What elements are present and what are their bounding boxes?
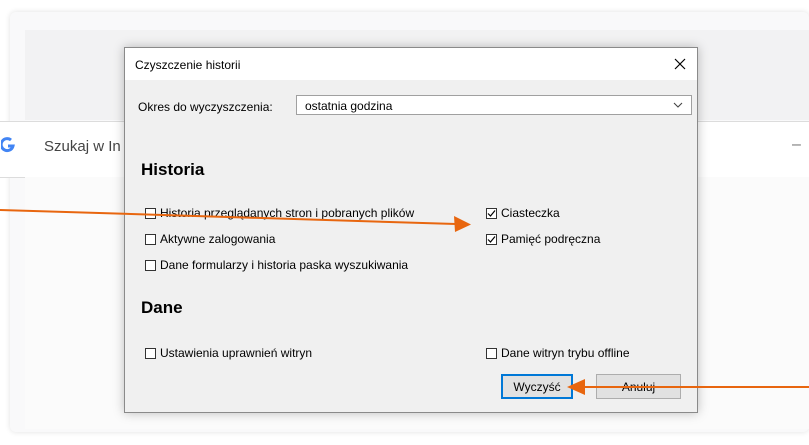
data-heading: Dane (141, 298, 183, 317)
clear-button[interactable]: Wyczyść (501, 374, 573, 399)
search-placeholder: Szukaj w In (44, 138, 121, 155)
checkmark-icon (487, 209, 496, 217)
range-select[interactable]: ostatnia godzina (296, 95, 692, 115)
checkbox[interactable] (486, 347, 497, 359)
range-label: Okres do wyczyszczenia: (138, 100, 273, 114)
checkbox[interactable] (145, 347, 156, 359)
checkbox-label: Historia przeglądanych stron i pobranych… (160, 206, 415, 220)
range-select-value: ostatnia godzina (305, 99, 393, 113)
checkbox-site-permissions[interactable]: Ustawienia uprawnień witryn (145, 345, 312, 361)
checkbox-label: Ustawienia uprawnień witryn (160, 346, 313, 360)
checkbox-cookies[interactable]: Ciasteczka (486, 205, 560, 221)
history-heading: Historia (141, 160, 205, 179)
minimize-icon: – (792, 136, 801, 153)
checkbox-form-history[interactable]: Dane formularzy i historia paska wyszuki… (145, 257, 408, 273)
checkbox[interactable] (486, 207, 497, 219)
checkbox-label: Pamięć podręczna (501, 232, 601, 246)
checkbox[interactable] (145, 233, 156, 245)
checkbox[interactable] (145, 259, 156, 271)
checkbox-label: Dane witryn trybu offline (501, 346, 630, 360)
checkbox[interactable] (486, 233, 497, 245)
checkbox-active-logins[interactable]: Aktywne zalogowania (145, 231, 275, 247)
google-icon (1, 137, 15, 153)
checkbox[interactable] (145, 207, 156, 219)
cancel-button[interactable]: Anuluj (596, 374, 681, 399)
checkbox-cache[interactable]: Pamięć podręczna (486, 231, 600, 247)
checkbox-browsing-history[interactable]: Historia przeglądanych stron i pobranych… (145, 205, 414, 221)
dialog-title: Czyszczenie historii (135, 58, 241, 72)
clear-history-dialog: Czyszczenie historii Okres do wyczyszcze… (124, 47, 698, 413)
chevron-down-icon (673, 102, 683, 108)
checkmark-icon (487, 235, 496, 243)
dialog-titlebar: Czyszczenie historii (125, 48, 697, 80)
checkbox-label: Dane formularzy i historia paska wyszuki… (160, 258, 409, 272)
checkbox-label: Ciasteczka (501, 206, 560, 220)
close-icon (674, 58, 686, 70)
checkbox-offline-data[interactable]: Dane witryn trybu offline (486, 345, 630, 361)
checkbox-label: Aktywne zalogowania (160, 232, 276, 246)
close-button[interactable] (663, 48, 697, 80)
